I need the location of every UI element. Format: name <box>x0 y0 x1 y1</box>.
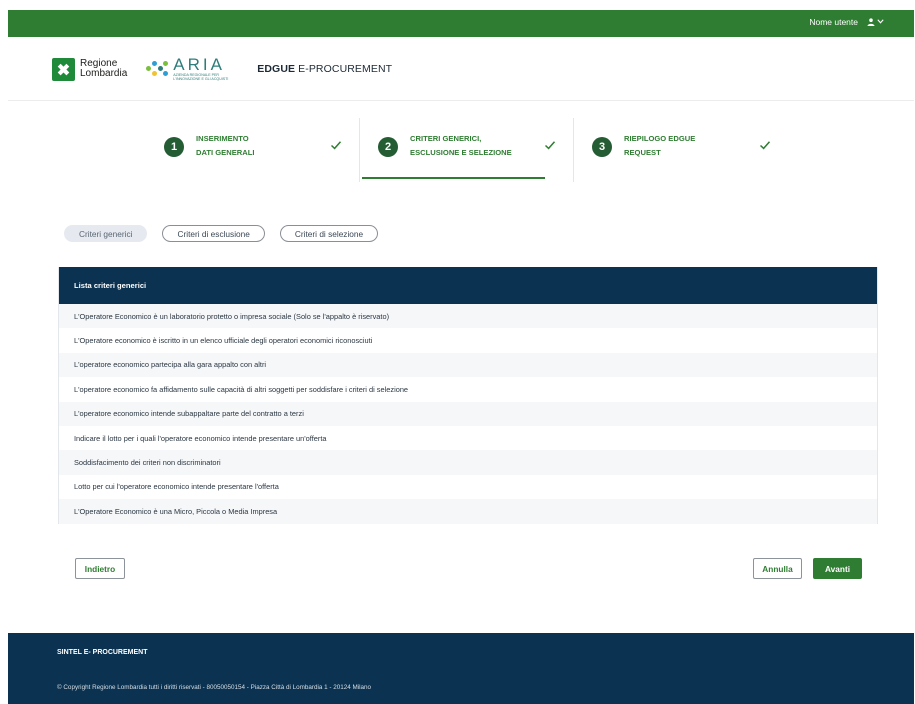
step-3[interactable]: 3 RIEPILOGO EDGUE REQUEST <box>574 118 788 182</box>
tab-criteri-esclusione[interactable]: Criteri di esclusione <box>162 225 265 242</box>
header-divider <box>8 100 914 101</box>
tab-criteri-selezione[interactable]: Criteri di selezione <box>279 225 379 242</box>
wizard-stepper: 1 INSERIMENTO DATI GENERALI 2 CRITERI GE… <box>146 118 793 182</box>
brand-header: Regione Lombardia ARIA AZIENDA REGIONALE… <box>52 54 392 84</box>
table-row[interactable]: L'Operatore Economico è un laboratorio p… <box>59 304 877 329</box>
table-row[interactable]: Indicare il lotto per i quali l'operator… <box>59 425 877 451</box>
aria-subtitle: AZIENDA REGIONALE PER L'INNOVAZIONE E GL… <box>173 73 229 81</box>
next-button[interactable]: Avanti <box>813 558 862 579</box>
table-body: L'Operatore Economico è un laboratorio p… <box>59 304 877 524</box>
regione-lombardia-mark-icon <box>52 57 75 81</box>
user-icon <box>867 18 875 26</box>
criteria-tabs: Criteri generici Criteri di esclusione C… <box>64 225 393 242</box>
criteria-table: Lista criteri generici L'Operatore Econo… <box>58 267 878 524</box>
step-number: 1 <box>164 137 184 157</box>
table-row[interactable]: L'Operatore Economico è una Micro, Picco… <box>59 499 877 524</box>
aria-logo[interactable]: ARIA AZIENDA REGIONALE PER L'INNOVAZIONE… <box>145 55 235 81</box>
table-row[interactable]: Lotto per cui l'operatore economico inte… <box>59 474 877 500</box>
table-row[interactable]: Soddisfacimento dei criteri non discrimi… <box>59 450 877 475</box>
user-name: Nome utente <box>809 17 858 27</box>
back-button[interactable]: Indietro <box>75 558 125 579</box>
regione-lombardia-wordmark: Regione Lombardia <box>80 58 128 79</box>
chevron-down-icon <box>877 18 884 26</box>
table-row[interactable]: L'operatore economico partecipa alla gar… <box>59 352 877 378</box>
table-header: Lista criteri generici <box>59 267 877 304</box>
aria-dots-icon <box>145 59 169 79</box>
step-number: 3 <box>592 137 612 157</box>
step-label: RIEPILOGO EDGUE REQUEST <box>624 134 696 157</box>
footer-title: SINTEL E- PROCUREMENT <box>57 649 148 656</box>
step-2[interactable]: 2 CRITERI GENERICI, ESCLUSIONE E SELEZIO… <box>360 118 574 182</box>
step-1[interactable]: 1 INSERIMENTO DATI GENERALI <box>146 118 360 182</box>
step-number: 2 <box>378 137 398 157</box>
cancel-button[interactable]: Annulla <box>753 558 802 579</box>
step-label: CRITERI GENERICI, ESCLUSIONE E SELEZIONE <box>410 134 512 157</box>
aria-wordmark: ARIA <box>173 55 225 74</box>
footer-copyright: © Copyright Regione Lombardia tutti i di… <box>57 684 372 691</box>
user-menu[interactable]: Nome utente <box>809 17 884 27</box>
check-icon <box>330 141 342 150</box>
app-title: EDGUE E-PROCUREMENT <box>257 63 393 75</box>
tab-criteri-generici[interactable]: Criteri generici <box>64 225 148 242</box>
table-row[interactable]: L'operatore economico fa affidamento sul… <box>59 377 877 402</box>
top-bar: Nome utente <box>8 10 914 37</box>
step-label: INSERIMENTO DATI GENERALI <box>196 134 255 157</box>
footer: SINTEL E- PROCUREMENT © Copyright Region… <box>8 633 914 704</box>
regione-lombardia-logo[interactable]: Regione Lombardia <box>52 57 128 81</box>
check-icon <box>759 141 771 150</box>
table-row[interactable]: L'Operatore economico è iscritto in un e… <box>59 328 877 353</box>
active-step-indicator <box>362 177 545 179</box>
table-row[interactable]: L'operatore economico intende subappalta… <box>59 401 877 426</box>
check-icon <box>544 141 556 150</box>
